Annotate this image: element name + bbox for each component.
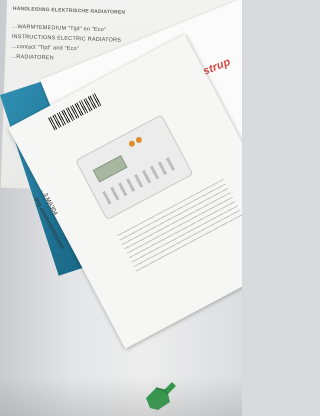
instruction-line: ...WARMTEMEDIUM "Tijd" en "Eco" (12, 23, 107, 34)
bag-bottom-shadow (0, 376, 242, 416)
meter-indicator-icon (134, 135, 143, 144)
instruction-line: HANDLEIDING ELEKTRISCHE RADIATOREN (12, 5, 126, 16)
instruction-line: ...contact "Tijd" and "Eco" (11, 43, 80, 53)
meter-indicator-icon (127, 139, 136, 148)
meter-display (92, 155, 128, 183)
instruction-line: ...RADIATOREN (11, 53, 54, 62)
instruction-line: INSTRUCTIONS ELECTRIC RADIATORS (11, 33, 122, 44)
photo-scene: HANDLEIDING ELEKTRISCHE RADIATOREN ...WA… (0, 0, 242, 416)
